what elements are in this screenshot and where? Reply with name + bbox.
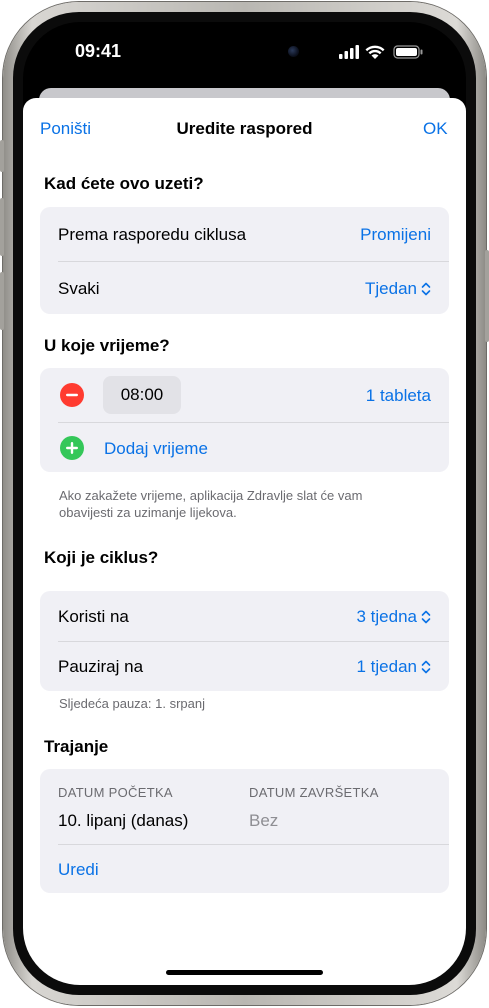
volume-up-button <box>0 198 4 256</box>
edit-duration-button[interactable]: Uredi <box>58 860 99 880</box>
frequency-value: Tjedan <box>365 279 417 298</box>
home-indicator <box>166 970 323 975</box>
end-date-label: DATUM ZAVRŠETKA <box>249 785 379 800</box>
frequency-picker[interactable]: Tjedan <box>365 279 431 299</box>
pause-for-label: Pauziraj na <box>58 657 144 676</box>
section-title-when: Kad ćete ovo uzeti? <box>44 174 204 193</box>
done-button[interactable]: OK <box>423 119 448 139</box>
frequency-label: Svaki <box>58 279 100 298</box>
side-button <box>485 250 489 342</box>
duration-group: DATUM POČETKA 10. lipanj (danas) DATUM Z… <box>40 769 449 893</box>
section-title-duration: Trajanje <box>44 737 109 756</box>
cycle-schedule-row[interactable]: Prema rasporedu ciklusa Promijeni <box>40 207 449 261</box>
next-pause-note: Sljedeća pauza: 1. srpanj <box>59 696 205 711</box>
cycle-schedule-label: Prema rasporedu ciklusa <box>58 225 247 244</box>
add-time-icon[interactable] <box>60 436 84 460</box>
screen: 09:41 Poništi Uredite raspored OK Kad će… <box>23 22 466 985</box>
start-date-value: 10. lipanj (danas) <box>58 811 189 830</box>
use-for-value: 3 tjedna <box>356 607 418 626</box>
wifi-icon <box>365 45 385 59</box>
cellular-signal-icon <box>339 45 359 59</box>
camera-icon <box>288 46 299 57</box>
use-for-row[interactable]: Koristi na 3 tjedna <box>40 591 449 641</box>
volume-down-button <box>0 272 4 330</box>
time-group: 08:00 1 tableta Dodaj vrijeme <box>40 368 449 472</box>
time-footnote: Ako zakažete vrijeme, aplikacija Zdravlj… <box>59 488 363 520</box>
section-title-cycle: Koji je ciklus? <box>44 548 159 567</box>
start-date-label: DATUM POČETKA <box>58 785 173 800</box>
when-group: Prema rasporedu ciklusa Promijeni Svaki … <box>40 207 449 314</box>
pause-for-value: 1 tjedan <box>356 657 418 676</box>
chevron-up-down-icon <box>421 282 431 296</box>
add-time-button[interactable]: Dodaj vrijeme <box>104 439 208 459</box>
chevron-up-down-icon <box>421 610 431 624</box>
page-title: Uredite raspored <box>176 119 313 138</box>
divider <box>58 844 449 845</box>
frequency-row[interactable]: Svaki Tjedan <box>40 262 449 314</box>
dose-value: 1 tableta <box>365 386 431 405</box>
change-button-label: Promijeni <box>360 225 431 244</box>
use-for-picker[interactable]: 3 tjedna <box>357 607 432 627</box>
section-title-time: U koje vrijeme? <box>44 336 170 355</box>
cycle-group: Koristi na 3 tjedna Pauziraj na 1 tjedan <box>40 591 449 691</box>
battery-icon <box>393 45 423 59</box>
dose-button[interactable]: 1 tableta <box>366 386 431 406</box>
status-icons <box>339 44 431 65</box>
chevron-up-down-icon <box>421 660 431 674</box>
end-date-value: Bez <box>249 811 279 830</box>
change-button[interactable]: Promijeni <box>360 225 431 245</box>
use-for-label: Koristi na <box>58 607 129 626</box>
time-row: 08:00 1 tableta <box>40 368 449 422</box>
pause-for-picker[interactable]: 1 tjedan <box>357 657 432 677</box>
add-time-row[interactable]: Dodaj vrijeme <box>40 423 449 472</box>
action-button <box>0 140 4 172</box>
pause-for-row[interactable]: Pauziraj na 1 tjedan <box>40 642 449 691</box>
time-picker[interactable]: 08:00 <box>103 376 181 414</box>
status-time: 09:41 <box>75 41 122 61</box>
remove-time-icon[interactable] <box>60 383 84 407</box>
